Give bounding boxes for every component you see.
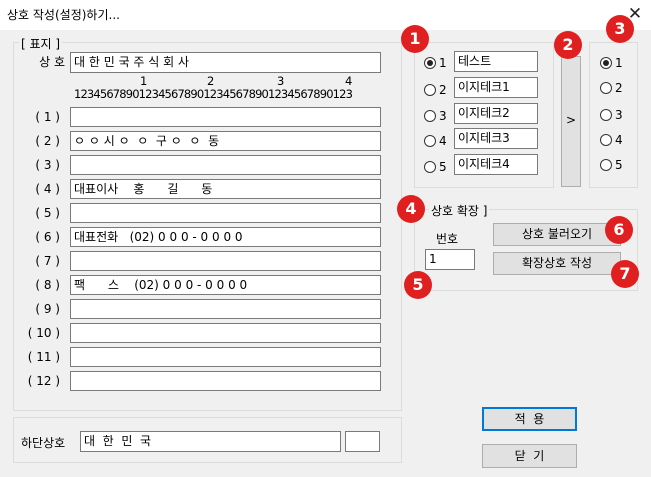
- line-label-10: ( 10 ): [27, 326, 60, 340]
- target-radio-number-5: 5: [615, 158, 623, 172]
- annotation-badge-3: 3: [606, 15, 634, 43]
- signboard-group-label: [ 표지 ]: [19, 35, 63, 52]
- target-group: [589, 42, 638, 188]
- target-radio-3[interactable]: [600, 109, 612, 121]
- annotation-badge-7: 7: [611, 260, 639, 288]
- preset-radio-number-3: 3: [439, 109, 447, 123]
- target-radio-number-2: 2: [615, 81, 623, 95]
- line-label-3: ( 3 ): [35, 158, 60, 172]
- line-label-9: ( 9 ): [35, 302, 60, 316]
- target-radio-number-3: 3: [615, 108, 623, 122]
- line-label-8: ( 8 ): [35, 278, 60, 292]
- create-extended-button[interactable]: 확장상호 작성: [493, 252, 621, 275]
- preset-name-field-5[interactable]: 이지테크4: [454, 154, 538, 175]
- line-field-11[interactable]: [70, 347, 381, 367]
- line-field-12[interactable]: [70, 371, 381, 391]
- close-button[interactable]: 닫 기: [482, 444, 577, 468]
- annotation-badge-5: 5: [404, 271, 432, 299]
- preset-radio-1[interactable]: [424, 57, 436, 69]
- line-field-2[interactable]: ㅇ ㅇ 시 ㅇ ㅇ 구 ㅇ ㅇ 동: [70, 131, 381, 151]
- annotation-badge-4: 4: [397, 195, 425, 223]
- line-label-1: ( 1 ): [35, 110, 60, 124]
- preset-radio-number-5: 5: [439, 160, 447, 174]
- target-radio-number-4: 4: [615, 133, 623, 147]
- line-label-5: ( 5 ): [35, 206, 60, 220]
- load-company-button[interactable]: 상호 불러오기: [493, 223, 621, 246]
- preset-radio-number-2: 2: [439, 83, 447, 97]
- target-radio-1[interactable]: [600, 57, 612, 69]
- preset-name-field-2[interactable]: 이지테크1: [454, 77, 538, 98]
- extension-group-label: 상호 확장 ]: [429, 202, 490, 219]
- company-name-field[interactable]: 대 한 민 국 주 식 회 사: [70, 52, 381, 73]
- line-label-11: ( 11 ): [27, 350, 60, 364]
- annotation-badge-1: 1: [401, 25, 429, 53]
- window-title: 상호 작성(설정)하기...: [7, 8, 120, 22]
- preset-name-field-1[interactable]: 테스트: [454, 51, 538, 72]
- target-radio-4[interactable]: [600, 134, 612, 146]
- line-label-2: ( 2 ): [35, 134, 60, 148]
- line-field-10[interactable]: [70, 323, 381, 343]
- target-radio-2[interactable]: [600, 82, 612, 94]
- line-label-7: ( 7 ): [35, 254, 60, 268]
- line-label-4: ( 4 ): [35, 182, 60, 196]
- preset-radio-number-4: 4: [439, 134, 447, 148]
- annotation-badge-6: 6: [605, 216, 633, 244]
- line-field-9[interactable]: [70, 299, 381, 319]
- column-ruler-tens-4: 4: [345, 74, 353, 88]
- target-radio-5[interactable]: [600, 159, 612, 171]
- line-field-7[interactable]: [70, 251, 381, 271]
- preset-radio-2[interactable]: [424, 84, 436, 96]
- line-label-6: ( 6 ): [35, 230, 60, 244]
- preset-name-field-3[interactable]: 이지테크2: [454, 103, 538, 124]
- column-ruler-tens-1: 1: [140, 74, 148, 88]
- line-label-12: ( 12 ): [27, 374, 60, 388]
- extension-number-field[interactable]: 1: [425, 249, 475, 270]
- extension-number-label: 번호: [436, 232, 459, 246]
- preset-radio-3[interactable]: [424, 110, 436, 122]
- company-name-label: 상 호: [39, 55, 65, 69]
- line-field-6[interactable]: 대표전화 (02) 0 0 0 - 0 0 0 0: [70, 227, 381, 247]
- line-field-8[interactable]: 팩 스 (02) 0 0 0 - 0 0 0 0: [70, 275, 381, 295]
- line-field-1[interactable]: [70, 107, 381, 127]
- line-field-3[interactable]: [70, 155, 381, 175]
- column-ruler-digits: 1234567890123456789012345678901234567890…: [74, 88, 353, 101]
- apply-arrow-button[interactable]: >: [561, 56, 581, 187]
- target-radio-number-1: 1: [615, 56, 623, 70]
- preset-radio-5[interactable]: [424, 161, 436, 173]
- preset-name-field-4[interactable]: 이지테크3: [454, 128, 538, 149]
- line-field-4[interactable]: 대표이사 홍 길 동: [70, 179, 381, 199]
- bottom-name-field[interactable]: 대 한 민 국: [80, 431, 341, 452]
- bottom-name-label: 하단상호: [21, 436, 66, 450]
- column-ruler-tens-3: 3: [277, 74, 285, 88]
- annotation-badge-2: 2: [554, 31, 582, 59]
- column-ruler-tens-2: 2: [207, 74, 215, 88]
- preset-radio-number-1: 1: [439, 56, 447, 70]
- line-field-5[interactable]: [70, 203, 381, 223]
- apply-button[interactable]: 적 용: [482, 407, 577, 431]
- preset-radio-4[interactable]: [424, 135, 436, 147]
- bottom-extra-field[interactable]: [345, 431, 380, 452]
